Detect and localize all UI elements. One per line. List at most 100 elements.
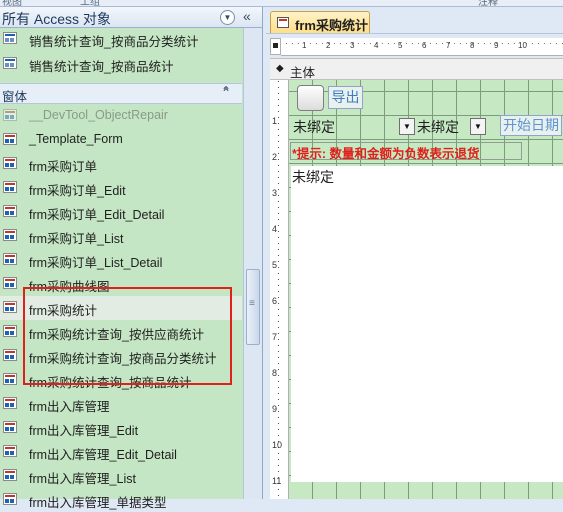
ruler-number: 6 — [422, 41, 427, 50]
nav-item-label: frm采购订单_List_Detail — [29, 256, 163, 270]
subform-unbound-text: 未绑定 — [292, 169, 334, 185]
form-icon — [3, 301, 17, 313]
nav-item-label: __DevTool_ObjectRepair — [29, 108, 168, 122]
nav-item-form[interactable]: frm出入库管理_Edit — [0, 416, 242, 440]
nav-item-form[interactable]: frm采购订单_Edit — [0, 176, 242, 200]
query-icon — [3, 57, 17, 69]
combo-value-2[interactable]: 未绑定 — [417, 117, 459, 137]
form-icon — [3, 277, 17, 289]
nav-category-forms[interactable]: 窗体 ⌃ ⌃ — [0, 83, 242, 104]
ruler-number: 4 — [272, 224, 278, 234]
nav-item-query[interactable]: 销售统计查询_按商品分类统计 — [0, 27, 242, 51]
nav-item-form[interactable]: _Template_Form — [0, 128, 242, 152]
nav-item-form[interactable]: frm采购订单_List — [0, 224, 242, 248]
nav-item-label: frm采购订单_List — [29, 232, 124, 246]
nav-item-label: _Template_Form — [29, 132, 123, 146]
nav-item-label: frm采购订单_Edit_Detail — [29, 208, 165, 222]
form-icon — [3, 205, 17, 217]
form-icon — [3, 493, 17, 505]
form-icon — [3, 109, 17, 121]
nav-item-form[interactable]: frm出入库管理_List — [0, 464, 242, 488]
form-icon — [3, 445, 17, 457]
nav-scrollbar[interactable]: ≡ — [243, 28, 262, 499]
ruler-number: 11 — [272, 476, 282, 486]
grip-icon: ≡ — [249, 298, 255, 309]
export-button[interactable]: 导出 — [328, 86, 363, 109]
nav-item-form[interactable]: __DevTool_ObjectRepair — [0, 104, 242, 128]
nav-item-label: 销售统计查询_按商品分类统计 — [29, 35, 199, 49]
tab-label: frm采购统计 — [295, 18, 368, 33]
form-icon — [3, 421, 17, 433]
ribbon-group-tools: 工组 — [80, 0, 100, 7]
horizontal-ruler[interactable]: · · · · · · · · · · · · · · · · · · · · · · · · · · · · · · · · · · · · · · · ·… — [281, 38, 563, 56]
ruler-number: 3 — [350, 41, 355, 50]
ribbon-group-comments: 注释 — [478, 0, 498, 7]
ruler-number: 5 — [398, 41, 403, 50]
nav-item-form[interactable]: frm采购订单_Edit_Detail — [0, 200, 242, 224]
form-icon — [3, 373, 17, 385]
query-icon — [3, 32, 17, 44]
category-label: 窗体 — [2, 90, 28, 104]
ruler-number: 8 — [272, 368, 278, 378]
nav-item-form[interactable]: frm出入库管理_Edit_Detail — [0, 440, 242, 464]
nav-menu-dropdown-icon[interactable]: ▼ — [220, 10, 235, 25]
form-icon — [3, 253, 17, 265]
command-button[interactable] — [297, 85, 324, 111]
nav-item-form[interactable]: frm采购订单 — [0, 152, 242, 176]
ruler-number: 7 — [272, 332, 278, 342]
section-marker-icon: ◆ — [276, 63, 284, 74]
ruler-number: 1 — [302, 41, 307, 50]
combo-dropdown-icon[interactable]: ▼ — [399, 118, 415, 135]
ruler-number: 9 — [272, 404, 278, 414]
form-selector-box[interactable] — [270, 38, 281, 55]
nav-title[interactable]: 所有 Access 对象 — [2, 9, 111, 29]
form-icon — [3, 157, 17, 169]
vertical-ruler[interactable]: · · · · · · · · · · · · · · · · · · · · · · · · · · · · · · · · · · · · · · · ·… — [270, 80, 289, 499]
ruler-number: 10 — [518, 41, 527, 50]
combo-dropdown-icon[interactable]: ▼ — [470, 118, 486, 135]
nav-item-form[interactable]: frm出入库管理 — [0, 392, 242, 416]
tab-frm-purchase-stats[interactable]: frm采购统计 — [270, 11, 370, 33]
ruler-number: 2 — [272, 152, 278, 162]
ruler-number: 4 — [374, 41, 379, 50]
ruler-number: 8 — [470, 41, 475, 50]
ruler-number: 2 — [326, 41, 331, 50]
form-icon — [3, 133, 17, 145]
document-tab-bar: frm采购统计 — [266, 7, 563, 34]
nav-item-form[interactable]: frm出入库管理_单据类型 — [0, 488, 242, 512]
form-icon — [3, 229, 17, 241]
tip-label[interactable]: *提示: 数量和金额为负数表示退货 — [292, 143, 480, 162]
section-bar-detail[interactable]: ◆ 主体 — [270, 58, 563, 80]
nav-item-form[interactable]: frm采购订单_List_Detail — [0, 248, 242, 272]
nav-item-label: frm出入库管理_Edit_Detail — [29, 448, 177, 462]
nav-item-label: 销售统计查询_按商品统计 — [29, 60, 174, 74]
navigation-pane: 所有 Access 对象 ▼ « 销售统计查询_按商品分类统计 销售统计查询_按商… — [0, 7, 263, 510]
nav-item-query[interactable]: 销售统计查询_按商品统计 — [0, 52, 242, 76]
start-date-label[interactable]: 开始日期 — [500, 115, 562, 136]
form-icon — [3, 349, 17, 361]
ruler-number: 6 — [272, 296, 278, 306]
highlight-annotation-box — [23, 287, 232, 385]
ruler-number: 3 — [272, 188, 278, 198]
nav-header[interactable]: 所有 Access 对象 ▼ « — [0, 7, 262, 28]
nav-item-label: frm出入库管理_单据类型 — [29, 496, 167, 510]
ruler-number: 1 — [272, 116, 278, 126]
form-icon — [3, 397, 17, 409]
combo-value-1[interactable]: 未绑定 — [293, 117, 335, 137]
form-icon — [3, 469, 17, 481]
nav-collapse-button[interactable]: « — [243, 8, 251, 24]
nav-item-label: frm出入库管理_List — [29, 472, 136, 486]
subform-control[interactable] — [291, 166, 563, 482]
form-icon — [3, 325, 17, 337]
nav-scrollbar-thumb[interactable]: ≡ — [246, 269, 260, 345]
ribbon-group-view: 视图 — [2, 0, 22, 7]
nav-item-label: frm采购订单_Edit — [29, 184, 126, 198]
nav-item-label: frm出入库管理 — [29, 400, 110, 414]
section-label: 主体 — [290, 66, 316, 80]
nav-item-label: frm出入库管理_Edit — [29, 424, 139, 438]
ruler-number: 5 — [272, 260, 278, 270]
form-icon — [3, 181, 17, 193]
nav-item-label: frm采购订单 — [29, 160, 98, 174]
form-icon — [277, 17, 289, 28]
ruler-number: 7 — [446, 41, 451, 50]
